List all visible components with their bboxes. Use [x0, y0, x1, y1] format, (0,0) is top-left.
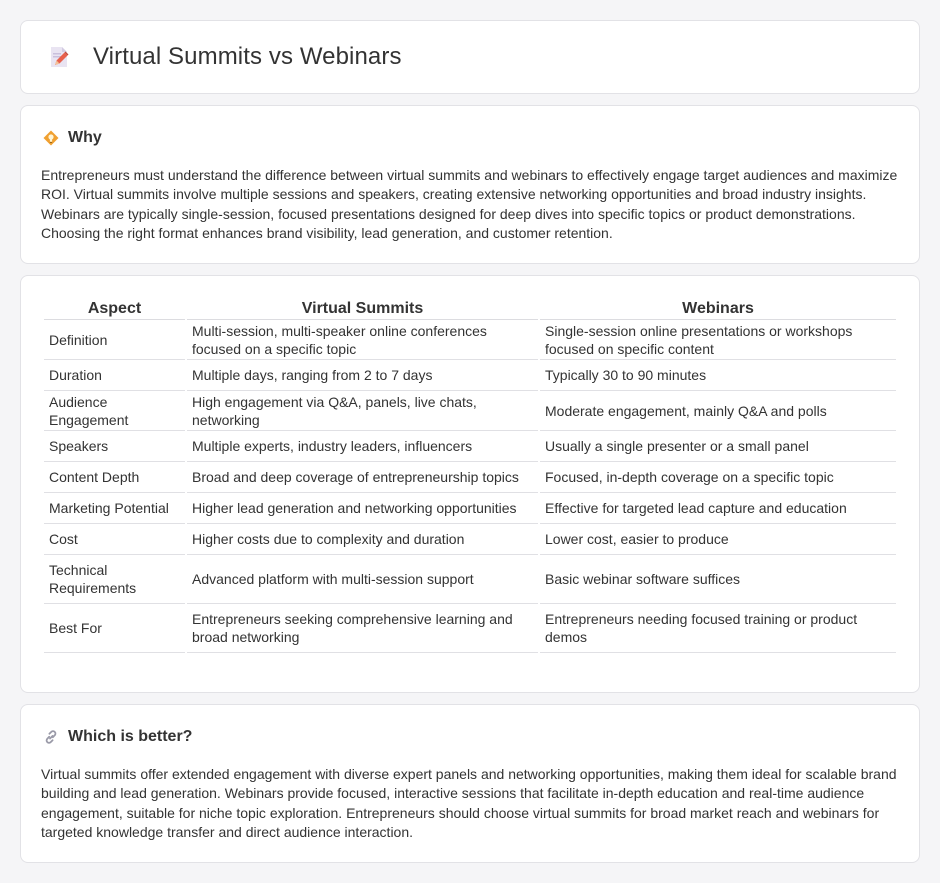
- document-pencil-icon: [51, 47, 69, 67]
- table-row: Best For Entrepreneurs seeking comprehen…: [44, 604, 896, 653]
- why-card: Why Entrepreneurs must understand the di…: [20, 105, 920, 264]
- lightbulb-diamond-icon: [43, 130, 59, 146]
- link-icon: [45, 730, 57, 744]
- webinars-cell: Moderate engagement, mainly Q&A and poll…: [540, 391, 896, 431]
- table-row: Definition Multi-session, multi-speaker …: [44, 320, 896, 360]
- aspect-cell: Audience Engagement: [44, 391, 185, 431]
- aspect-cell: Technical Requirements: [44, 555, 185, 604]
- table-row: Speakers Multiple experts, industry lead…: [44, 431, 896, 462]
- table-row: Cost Higher costs due to complexity and …: [44, 524, 896, 555]
- virtual-summits-cell: Multi-session, multi-speaker online conf…: [187, 320, 538, 360]
- table-row: Content Depth Broad and deep coverage of…: [44, 462, 896, 493]
- aspect-cell: Speakers: [44, 431, 185, 462]
- webinars-cell: Lower cost, easier to produce: [540, 524, 896, 555]
- table-row: Marketing Potential Higher lead generati…: [44, 493, 896, 524]
- virtual-summits-cell: Multiple days, ranging from 2 to 7 days: [187, 360, 538, 391]
- aspect-cell: Cost: [44, 524, 185, 555]
- header-webinars: Webinars: [540, 298, 896, 320]
- virtual-summits-cell: High engagement via Q&A, panels, live ch…: [187, 391, 538, 431]
- virtual-summits-cell: Higher costs due to complexity and durat…: [187, 524, 538, 555]
- virtual-summits-cell: Broad and deep coverage of entrepreneurs…: [187, 462, 538, 493]
- virtual-summits-cell: Higher lead generation and networking op…: [187, 493, 538, 524]
- table-row: Technical Requirements Advanced platform…: [44, 555, 896, 604]
- webinars-cell: Usually a single presenter or a small pa…: [540, 431, 896, 462]
- why-heading: Why: [43, 129, 919, 147]
- webinars-cell: Basic webinar software suffices: [540, 555, 896, 604]
- webinars-cell: Effective for targeted lead capture and …: [540, 493, 896, 524]
- aspect-cell: Duration: [44, 360, 185, 391]
- table-header-row: Aspect Virtual Summits Webinars: [44, 298, 896, 320]
- why-text: Entrepreneurs must understand the differ…: [41, 167, 898, 242]
- better-heading: Which is better?: [43, 728, 919, 746]
- which-is-better-card: Which is better? Virtual summits offer e…: [20, 704, 920, 863]
- webinars-cell: Single-session online presentations or w…: [540, 320, 896, 360]
- header-virtual-summits: Virtual Summits: [187, 298, 538, 320]
- virtual-summits-cell: Entrepreneurs seeking comprehensive lear…: [187, 604, 538, 653]
- comparison-table: Aspect Virtual Summits Webinars Definiti…: [42, 298, 898, 653]
- webinars-cell: Typically 30 to 90 minutes: [540, 360, 896, 391]
- header-aspect: Aspect: [44, 298, 185, 320]
- comparison-card: Aspect Virtual Summits Webinars Definiti…: [20, 275, 920, 693]
- better-title: Which is better?: [68, 728, 193, 745]
- aspect-cell: Best For: [44, 604, 185, 653]
- why-title: Why: [68, 129, 102, 146]
- virtual-summits-cell: Multiple experts, industry leaders, infl…: [187, 431, 538, 462]
- page-title: Virtual Summits vs Webinars: [93, 43, 402, 70]
- webinars-cell: Entrepreneurs needing focused training o…: [540, 604, 896, 653]
- aspect-cell: Content Depth: [44, 462, 185, 493]
- aspect-cell: Definition: [44, 320, 185, 360]
- table-row: Duration Multiple days, ranging from 2 t…: [44, 360, 896, 391]
- webinars-cell: Focused, in-depth coverage on a specific…: [540, 462, 896, 493]
- table-row: Audience Engagement High engagement via …: [44, 391, 896, 431]
- header-card: Virtual Summits vs Webinars: [20, 20, 920, 94]
- virtual-summits-cell: Advanced platform with multi-session sup…: [187, 555, 538, 604]
- better-text: Virtual summits offer extended engagemen…: [41, 766, 897, 841]
- aspect-cell: Marketing Potential: [44, 493, 185, 524]
